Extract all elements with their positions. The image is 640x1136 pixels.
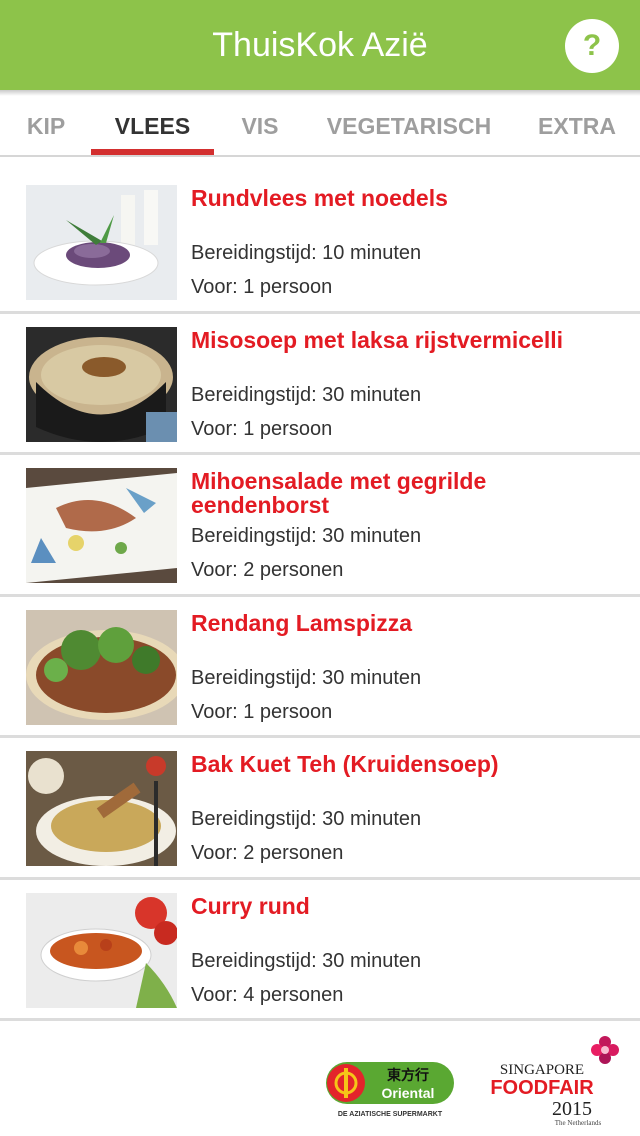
recipe-servings: Voor: 1 persoon — [191, 700, 333, 723]
recipe-title: Misosoep met laksa rijstvermicelli — [191, 326, 564, 353]
orchid-icon — [591, 1036, 619, 1064]
recipe-image — [26, 609, 177, 725]
recipe-servings: Voor: 2 personen — [191, 559, 344, 581]
tabs-divider — [0, 155, 640, 157]
category-tabs: KIP VLEES VIS VEGETARISCH EXTRA — [0, 96, 640, 156]
recipe-row[interactable]: Rendang Lamspizza Bereidingstijd: 30 min… — [0, 597, 640, 738]
recipe-time: Bereidingstijd: 30 minuten — [191, 949, 422, 972]
recipe-title: Curry rund — [191, 892, 310, 919]
recipe-list: Rundvlees met noedels Bereidingstijd: 10… — [0, 172, 640, 1021]
recipe-time: Bereidingstijd: 10 minuten — [191, 242, 422, 264]
foodfair-line1: SINGAPORE — [500, 1062, 584, 1078]
footer-sponsors: 東方行 Oriental DE AZIATISCHE SUPERMARKT SI… — [0, 1022, 640, 1136]
recipe-servings: Voor: 1 persoon — [191, 276, 333, 298]
recipe-time: Bereidingstijd: 30 minuten — [191, 383, 422, 406]
recipe-servings: Voor: 2 personen — [191, 842, 344, 864]
recipe-servings: Voor: 4 personen — [191, 983, 344, 1006]
recipe-title: Rendang Lamspizza — [191, 609, 413, 636]
foodfair-logo: SINGAPORE FOODFAIR 2015 The Netherlands — [490, 1036, 619, 1127]
recipe-title: Bak Kuet Teh (Kruidensoep) — [191, 751, 499, 777]
oriental-brand: Oriental — [382, 1085, 435, 1101]
tab-vis[interactable]: VIS — [222, 96, 298, 156]
foodfair-line2: FOODFAIR — [490, 1077, 594, 1099]
app-title: ThuisKok Azië — [212, 26, 428, 64]
recipe-time: Bereidingstijd: 30 minuten — [191, 525, 422, 547]
recipe-image — [26, 326, 177, 442]
app-bar: ThuisKok Azië ? — [0, 0, 640, 90]
tab-extra[interactable]: EXTRA — [524, 96, 630, 156]
recipe-image — [26, 468, 177, 583]
recipe-row[interactable]: Bak Kuet Teh (Kruidensoep) Bereidingstij… — [0, 738, 640, 880]
help-button[interactable]: ? — [565, 19, 619, 73]
recipe-title: Rundvlees met noedels — [191, 185, 448, 211]
foodfair-year: 2015 — [552, 1098, 592, 1120]
recipe-time: Bereidingstijd: 30 minuten — [191, 666, 422, 689]
recipe-servings: Voor: 1 persoon — [191, 417, 333, 440]
oriental-tagline: DE AZIATISCHE SUPERMARKT — [338, 1111, 443, 1118]
recipe-image — [26, 751, 177, 866]
recipe-title: Mihoensalade met gegrilde eendenborst — [191, 468, 487, 518]
recipe-image — [26, 185, 177, 300]
oriental-logo: 東方行 Oriental DE AZIATISCHE SUPERMARKT — [326, 1062, 454, 1118]
recipe-time: Bereidingstijd: 30 minuten — [191, 808, 422, 830]
recipe-image — [26, 892, 177, 1008]
tab-vlees[interactable]: VLEES — [91, 96, 214, 156]
tab-vegetarisch[interactable]: VEGETARISCH — [312, 96, 506, 156]
tab-kip[interactable]: KIP — [8, 96, 84, 156]
recipe-row[interactable]: Curry rund Bereidingstijd: 30 minuten Vo… — [0, 880, 640, 1021]
oriental-chinese: 東方行 — [387, 1067, 429, 1084]
recipe-row[interactable]: Mihoensalade met gegrilde eendenborst Be… — [0, 455, 640, 597]
recipe-row[interactable]: Rundvlees met noedels Bereidingstijd: 10… — [0, 172, 640, 314]
recipe-row[interactable]: Misosoep met laksa rijstvermicelli Berei… — [0, 314, 640, 455]
foodfair-sub: The Netherlands — [555, 1119, 602, 1127]
